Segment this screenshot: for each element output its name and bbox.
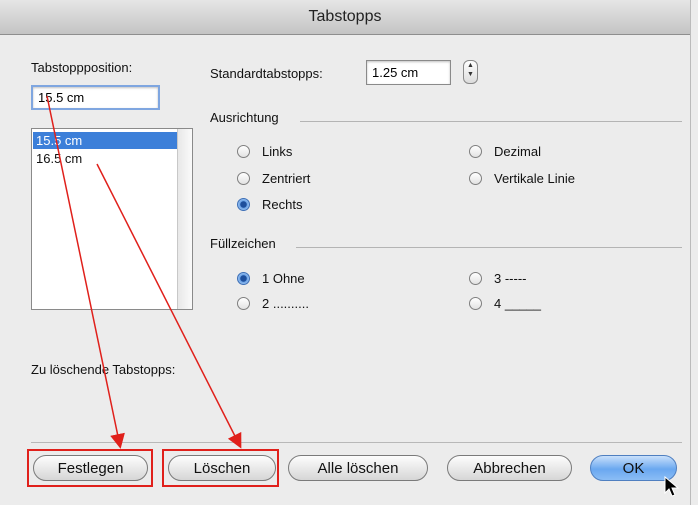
arrow-to-festlegen <box>46 95 125 449</box>
tabstops-dialog: Tabstopps Tabstoppposition: 15.5 cm 16.5… <box>0 0 691 505</box>
arrow-to-loeschen <box>96 163 242 449</box>
mouse-pointer-icon <box>664 476 680 497</box>
annotation-arrows <box>46 95 242 449</box>
